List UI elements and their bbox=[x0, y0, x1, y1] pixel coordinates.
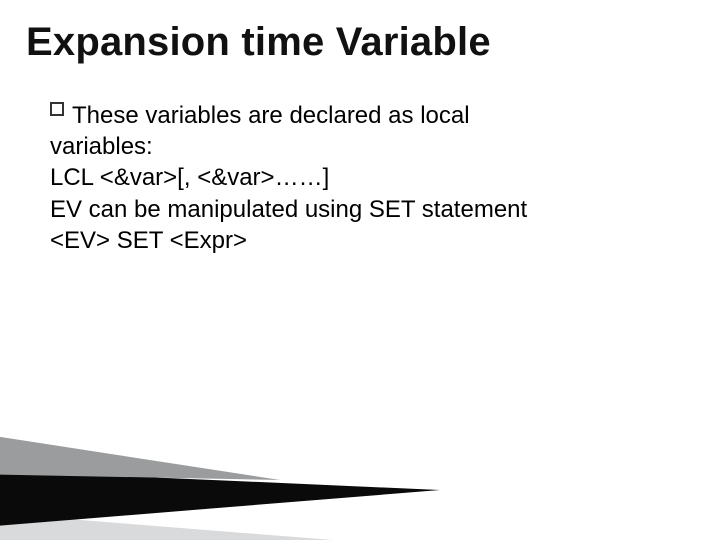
body-line-5: <EV> SET <Expr> bbox=[50, 225, 680, 256]
body-line-1-rest: variables are declared as local bbox=[139, 102, 470, 129]
decorative-wedge-icon bbox=[0, 390, 460, 540]
body-line-2: variables: bbox=[50, 131, 680, 162]
body-line-4: EV can be manipulated using SET statemen… bbox=[50, 194, 680, 225]
slide: Expansion time Variable These variables … bbox=[0, 0, 720, 540]
slide-title: Expansion time Variable bbox=[26, 20, 491, 65]
body-text: These variables are declared as local va… bbox=[50, 100, 680, 256]
body-line-1-first: These bbox=[72, 102, 139, 129]
body-line-3: LCL <&var>[, <&var>……] bbox=[50, 162, 680, 193]
body-line-1: These variables are declared as local bbox=[50, 100, 680, 131]
